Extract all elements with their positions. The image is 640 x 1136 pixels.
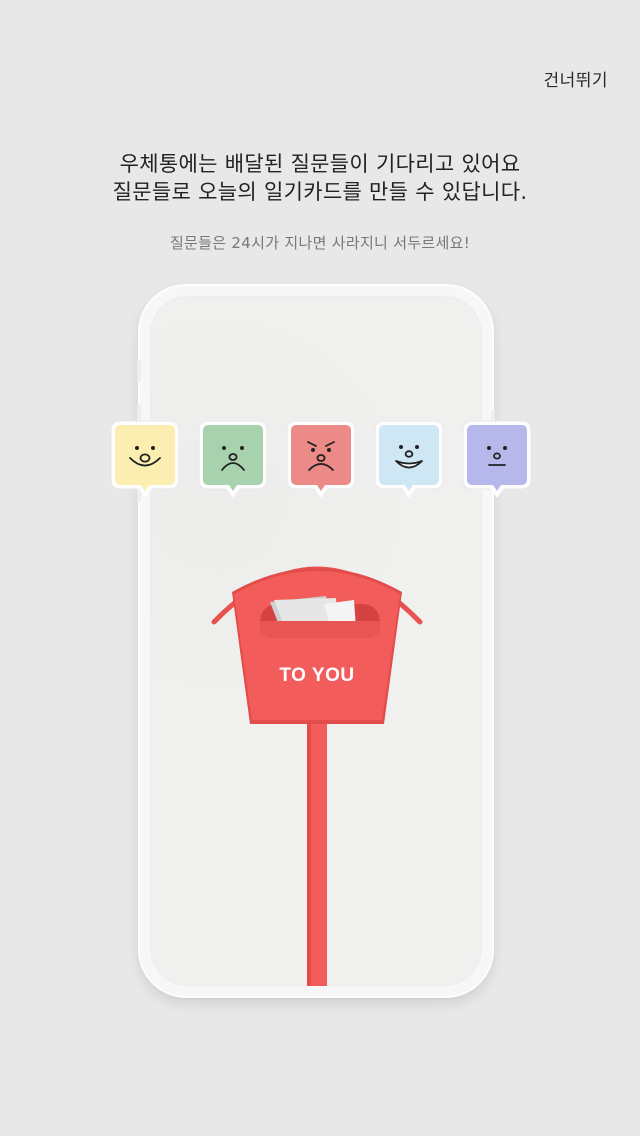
mailbox-illustration[interactable]: TO YOU [204,548,430,988]
happy-face-icon [110,420,180,498]
intro-line-2: 질문들로 오늘의 일기카드를 만들 수 있답니다. [112,180,528,204]
intro-headline: 우체통에는 배달된 질문들이 기다리고 있어요 질문들로 오늘의 일기카드를 만… [0,150,640,206]
mood-joyful[interactable] [372,418,446,510]
neutral-face-icon [462,420,532,498]
phone-mute-switch [137,360,141,382]
sad-face-icon [198,420,268,498]
mailbox-icon [211,566,423,986]
intro-line-1: 우체통에는 배달된 질문들이 기다리고 있어요 [119,152,521,176]
mood-bubbles [108,418,534,528]
mood-angry[interactable] [284,418,358,510]
mood-sad[interactable] [196,418,270,510]
mood-happy[interactable] [108,418,182,510]
intro-note: 질문들은 24시가 지나면 사라지니 서두르세요! [169,234,471,252]
mailbox-label: TO YOU [279,665,355,686]
joyful-face-icon [374,420,444,498]
mood-neutral[interactable] [460,418,534,510]
angry-face-icon [286,420,356,498]
skip-button[interactable]: 건너뛰기 [543,66,608,91]
